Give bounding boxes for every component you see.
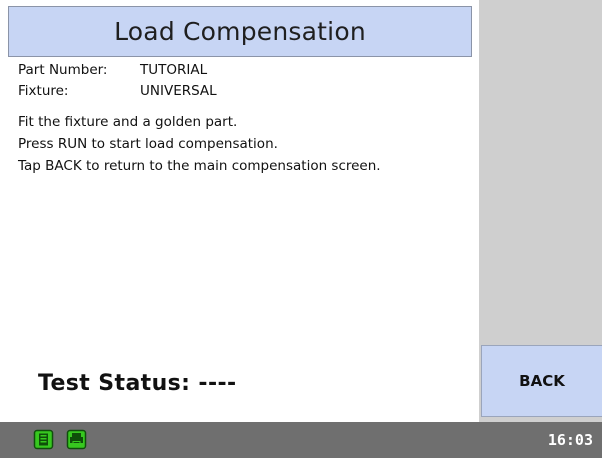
title-bar: Load Compensation [8,6,472,57]
clock-time: 16:03 [547,431,593,449]
document-icon[interactable] [33,429,54,450]
main-panel: Load Compensation Part Number: TUTORIAL … [0,0,479,422]
status-bar: 16:03 [0,422,602,458]
instruction-line-1: Fit the fixture and a golden part. [18,114,238,130]
test-status: Test Status: ---- [38,371,237,396]
part-number-label: Part Number: [18,62,108,78]
printer-icon[interactable] [66,429,87,450]
fixture-value: UNIVERSAL [140,83,217,99]
page-title: Load Compensation [114,17,366,46]
part-number-value: TUTORIAL [140,62,208,78]
instruction-line-3: Tap BACK to return to the main compensat… [18,158,381,174]
fixture-label: Fixture: [18,83,69,99]
part-info: Part Number: TUTORIAL Fixture: UNIVERSAL [18,61,217,101]
instruction-list: Fit the fixture and a golden part. Press… [18,113,381,176]
instruction-line-2: Press RUN to start load compensation. [18,136,278,152]
back-button[interactable]: BACK [481,345,602,417]
